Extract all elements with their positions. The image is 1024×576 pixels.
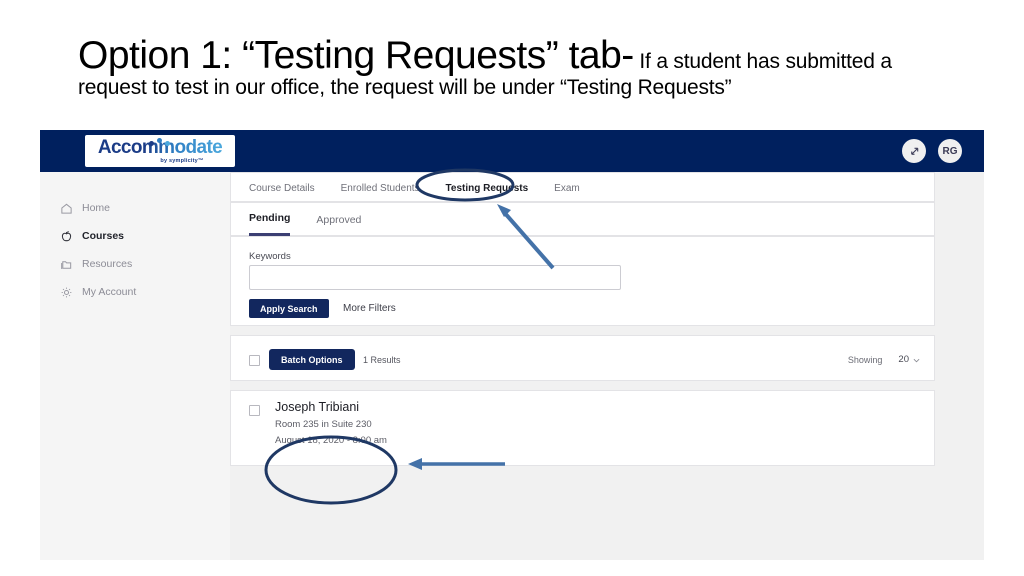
folder-icon xyxy=(60,258,73,271)
main-content: Course Details Enrolled Students Testing… xyxy=(230,172,984,560)
sidebar-item-label: Courses xyxy=(82,230,125,242)
tab-exam[interactable]: Exam xyxy=(554,173,580,203)
sidebar-item-courses[interactable]: Courses xyxy=(60,222,220,250)
search-input[interactable] xyxy=(249,265,621,290)
room-location: Room 235 in Suite 230 xyxy=(275,419,372,430)
tab-testing-requests[interactable]: Testing Requests xyxy=(446,173,529,203)
sidebar-item-resources[interactable]: Resources xyxy=(60,250,220,278)
page-size-value: 20 xyxy=(898,354,909,365)
avatar[interactable]: RG xyxy=(938,139,962,163)
subtab-pending[interactable]: Pending xyxy=(249,203,291,236)
logo-tagline: by symplicity™ xyxy=(160,158,204,164)
page-title-main: Option 1: “Testing Requests” tab- xyxy=(78,34,634,77)
sidebar-nav: Home Courses Resources My Account xyxy=(60,194,220,306)
gear-icon xyxy=(60,286,73,299)
primary-tabs-bar: Course Details Enrolled Students Testing… xyxy=(230,172,935,202)
subtab-approved[interactable]: Approved xyxy=(316,203,361,236)
results-count: 1 Results xyxy=(363,354,401,365)
header-actions: RG xyxy=(902,139,962,163)
sidebar-item-label: My Account xyxy=(82,286,137,298)
page-size-select[interactable]: 20 xyxy=(898,354,920,365)
logo-people-icon xyxy=(147,138,173,147)
tab-course-details[interactable]: Course Details xyxy=(249,173,315,203)
showing-control: Showing 20 xyxy=(848,349,920,370)
secondary-tabs-bar: Pending Approved xyxy=(230,202,935,236)
slide-canvas: Option 1: “Testing Requests” tab- If a s… xyxy=(0,0,1024,576)
app-header-bar: Accommodate by symplicity™ RG xyxy=(40,130,984,172)
tab-enrolled-students[interactable]: Enrolled Students xyxy=(341,173,420,203)
row-content: Joseph Tribiani Room 235 in Suite 230 Au… xyxy=(275,400,387,451)
select-all-checkbox[interactable] xyxy=(249,355,260,366)
more-filters-link[interactable]: More Filters xyxy=(343,299,396,318)
sidebar-item-label: Home xyxy=(82,202,111,214)
keywords-label: Keywords xyxy=(249,251,291,262)
showing-label: Showing xyxy=(847,354,883,365)
app-footer: Accessibility Services Management System… xyxy=(230,557,935,560)
app-screenshot: Accommodate by symplicity™ RG Home Cours… xyxy=(40,130,984,560)
page-title: Option 1: “Testing Requests” tab- If a s… xyxy=(78,34,958,99)
sidebar-item-label: Resources xyxy=(82,258,133,270)
sidebar: Home Courses Resources My Account xyxy=(40,172,230,560)
filter-panel: Keywords Apply Search More Filters xyxy=(230,236,935,326)
row-checkbox[interactable] xyxy=(249,405,260,416)
apple-icon xyxy=(60,230,73,243)
sidebar-item-home[interactable]: Home xyxy=(60,194,220,222)
results-toolbar: Batch Options 1 Results Showing 20 xyxy=(230,335,935,381)
exam-datetime: August 18, 2020 - 8:00 am xyxy=(275,435,387,446)
table-row[interactable]: Joseph Tribiani Room 235 in Suite 230 Au… xyxy=(230,390,935,466)
accommodate-logo: Accommodate by symplicity™ xyxy=(85,135,235,167)
batch-options-button[interactable]: Batch Options xyxy=(269,349,355,370)
expand-icon[interactable] xyxy=(902,139,926,163)
student-name[interactable]: Joseph Tribiani xyxy=(275,400,387,414)
home-icon xyxy=(60,202,73,215)
sidebar-item-my-account[interactable]: My Account xyxy=(60,278,220,306)
chevron-down-icon xyxy=(913,356,920,363)
apply-search-button[interactable]: Apply Search xyxy=(249,299,329,318)
